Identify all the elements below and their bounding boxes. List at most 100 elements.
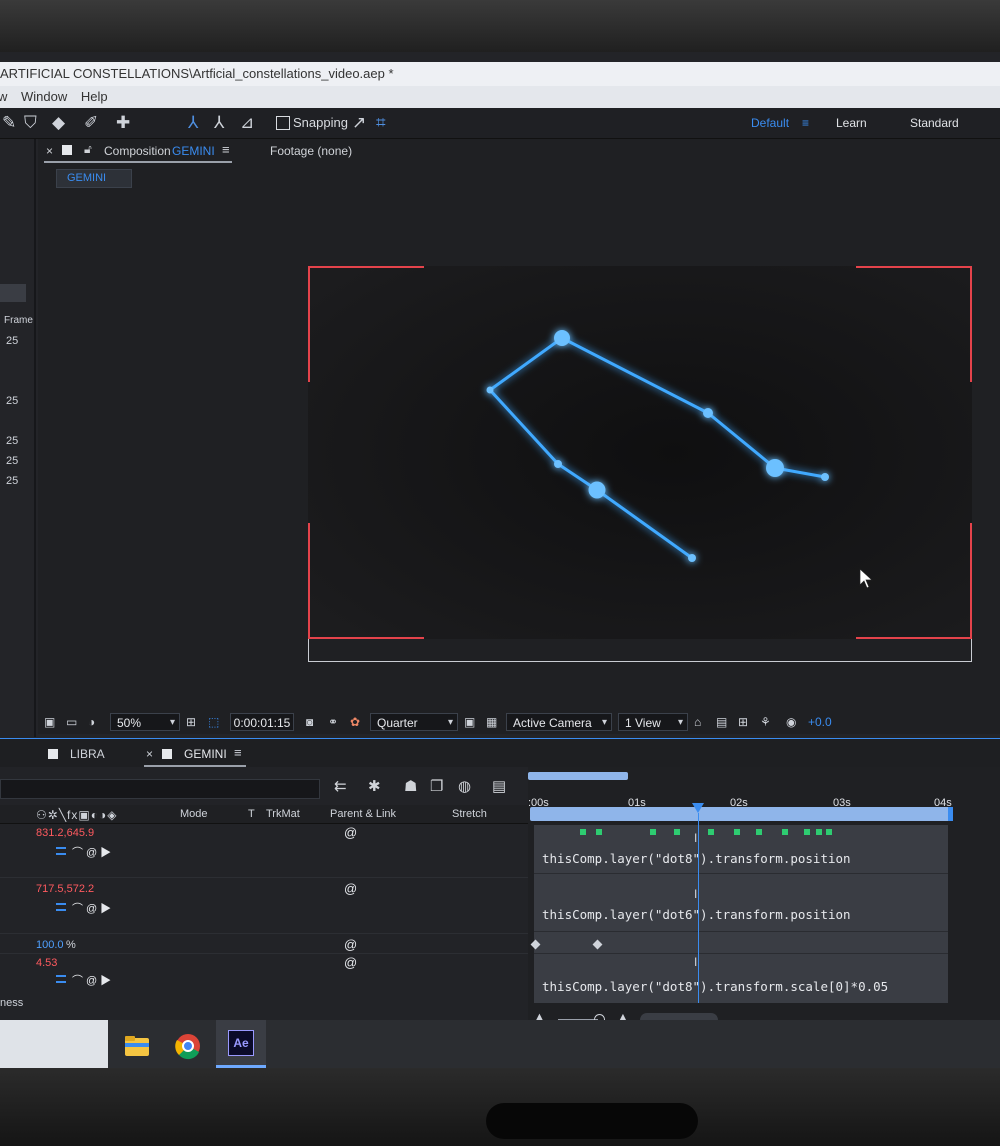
pickwhip-icon[interactable]: @ (344, 881, 357, 896)
property-value[interactable]: 100.0 (36, 939, 64, 951)
color-channels-icon[interactable]: ✿ (350, 715, 360, 729)
close-tab-icon[interactable]: × (146, 747, 153, 761)
roto-brush-tool-icon[interactable]: ✐ (84, 112, 98, 134)
keyframe-marker[interactable] (816, 829, 822, 835)
after-effects-icon[interactable]: Ae (228, 1030, 254, 1056)
3d-renderer-icon[interactable]: ▤ (716, 715, 727, 729)
keyframe-marker[interactable] (596, 829, 602, 835)
keyframe-marker[interactable] (580, 829, 586, 835)
shy-layers-icon[interactable]: ☗ (404, 777, 417, 795)
brush-tool-icon[interactable]: ✎ (2, 112, 16, 134)
keyframe-marker[interactable] (782, 829, 788, 835)
reset-exposure-icon[interactable]: ◉ (786, 715, 796, 729)
comp-flowchart-icon[interactable]: ⇇ (334, 777, 347, 795)
expression-enable-icon[interactable] (56, 975, 66, 983)
t-column[interactable]: T (248, 808, 255, 820)
region-of-interest-icon[interactable]: ⬚ (208, 715, 219, 729)
work-area-end-handle[interactable] (948, 807, 953, 821)
expression-text[interactable]: thisComp.layer("dot8").transform.positio… (542, 851, 851, 866)
expression-area[interactable]: I thisComp.layer("dot8").transform.posit… (530, 825, 948, 1003)
chrome-icon[interactable] (164, 1026, 212, 1066)
keyframe-diamond[interactable] (592, 939, 603, 950)
timeline-graph[interactable]: :00s 01s 02s 03s 04s I thisComp.layer("d… (528, 767, 1000, 1029)
eraser-tool-icon[interactable]: ◆ (52, 112, 65, 134)
property-value[interactable]: 4.53 (36, 957, 57, 969)
menu-help[interactable]: Help (81, 89, 108, 104)
taskbar-search-area[interactable] (0, 1020, 108, 1068)
pickwhip-icon[interactable]: @ (344, 825, 357, 840)
composition-tab-name[interactable]: GEMINI (172, 144, 215, 158)
expression-enable-icon[interactable] (56, 903, 66, 911)
keyframe-marker[interactable] (708, 829, 714, 835)
resolution-dropdown[interactable]: Quarter ▾ (370, 713, 458, 731)
keyframe-marker[interactable] (674, 829, 680, 835)
expression-controls-icons[interactable]: ⌒@▶ (72, 900, 114, 916)
stretch-column[interactable]: Stretch (452, 808, 487, 820)
pickwhip-icon[interactable]: @ (344, 937, 357, 952)
folder-icon[interactable] (114, 1026, 162, 1066)
view-layout-dropdown[interactable]: 1 View ▾ (618, 713, 688, 731)
mask-icon[interactable]: ◑ (88, 715, 95, 729)
expression-controls-icons[interactable]: ⌒@▶ (72, 972, 114, 988)
fast-previews-icon[interactable]: ▣ (464, 715, 475, 729)
monitor-icon[interactable]: ▭ (66, 715, 77, 729)
expression-enable-icon[interactable] (56, 847, 66, 855)
composition-viewer[interactable] (308, 266, 972, 639)
timeline-icon[interactable]: ⊞ (738, 715, 748, 729)
timeline-search-input[interactable] (0, 779, 320, 799)
frame-blending-icon[interactable]: ❐ (430, 777, 443, 795)
time-navigator[interactable] (528, 772, 628, 780)
toggle-pixel-aspect-icon[interactable]: ⌂ (694, 715, 701, 729)
camera-view-dropdown[interactable]: Active Camera ▾ (506, 713, 612, 731)
magnification-dropdown[interactable]: 50% ▾ (110, 713, 180, 731)
tab-gemini[interactable]: GEMINI (184, 747, 227, 761)
clone-stamp-tool-icon[interactable]: ⛉ (24, 112, 37, 134)
keyframe-marker[interactable] (756, 829, 762, 835)
flowchart-icon[interactable]: ⚘ (760, 715, 771, 729)
keyframe-marker[interactable] (734, 829, 740, 835)
project-search[interactable] (0, 284, 26, 302)
expression-text[interactable]: thisComp.layer("dot6").transform.positio… (542, 907, 851, 922)
menu-view[interactable]: w (0, 89, 7, 104)
composition-tab-label[interactable]: Composition (104, 144, 171, 158)
tab-libra[interactable]: LIBRA (70, 747, 105, 761)
footage-tab[interactable]: Footage (none) (270, 144, 352, 158)
show-snapshot-icon[interactable]: ⚭ (328, 715, 338, 729)
keyframe-marker[interactable] (804, 829, 810, 835)
close-tab-icon[interactable]: × (46, 144, 53, 158)
lock-icon[interactable]: 🔓︎ (84, 142, 92, 157)
graph-editor-icon[interactable]: ▤ (492, 777, 506, 795)
workspace-menu-icon[interactable]: ≡ (802, 116, 809, 130)
workspace-learn[interactable]: Learn (836, 116, 867, 130)
workspace-standard[interactable]: Standard (910, 116, 959, 130)
work-area-bar[interactable] (530, 807, 950, 821)
puppet-pin-tool-icon[interactable]: ✚ (116, 112, 130, 134)
workspace-default[interactable]: Default (751, 116, 789, 130)
motion-blur-icon[interactable]: ◍ (458, 777, 471, 795)
exposure-value[interactable]: +0.0 (808, 715, 832, 729)
panel-menu-icon[interactable]: ≡ (234, 745, 242, 760)
property-value[interactable]: 717.5,572.2 (36, 883, 94, 895)
snap-option-icon[interactable]: ↗ (352, 112, 366, 134)
parent-link-column[interactable]: Parent & Link (330, 808, 396, 820)
playhead-line[interactable] (698, 813, 699, 1003)
trkmat-column[interactable]: TrkMat (266, 808, 300, 820)
mode-column[interactable]: Mode (180, 808, 208, 820)
menu-window[interactable]: Window (21, 89, 67, 104)
snapshot-camera-icon[interactable]: ◙ (306, 715, 313, 729)
snapping-checkbox[interactable] (276, 116, 290, 130)
always-preview-icon[interactable]: ▣ (44, 715, 55, 729)
transparency-grid-icon[interactable]: ▦ (486, 715, 497, 729)
pickwhip-icon[interactable]: @ (344, 955, 357, 970)
view-axis-mode-icon[interactable]: ⊿ (240, 112, 254, 134)
local-axis-mode-icon[interactable]: ⅄ (188, 112, 198, 134)
comp-flowchart-chip[interactable]: GEMINI (56, 169, 132, 188)
expression-text[interactable]: thisComp.layer("dot8").transform.scale[0… (542, 979, 888, 994)
keyframe-marker[interactable] (650, 829, 656, 835)
expression-controls-icons[interactable]: ⌒@▶ (72, 844, 114, 860)
current-time-display[interactable]: 0:00:01:15 (230, 713, 294, 731)
playhead-handle[interactable] (692, 803, 704, 813)
world-axis-mode-icon[interactable]: ⅄ (214, 112, 224, 134)
grid-guides-icon[interactable]: ⊞ (186, 715, 196, 729)
keyframe-diamond[interactable] (530, 939, 541, 950)
